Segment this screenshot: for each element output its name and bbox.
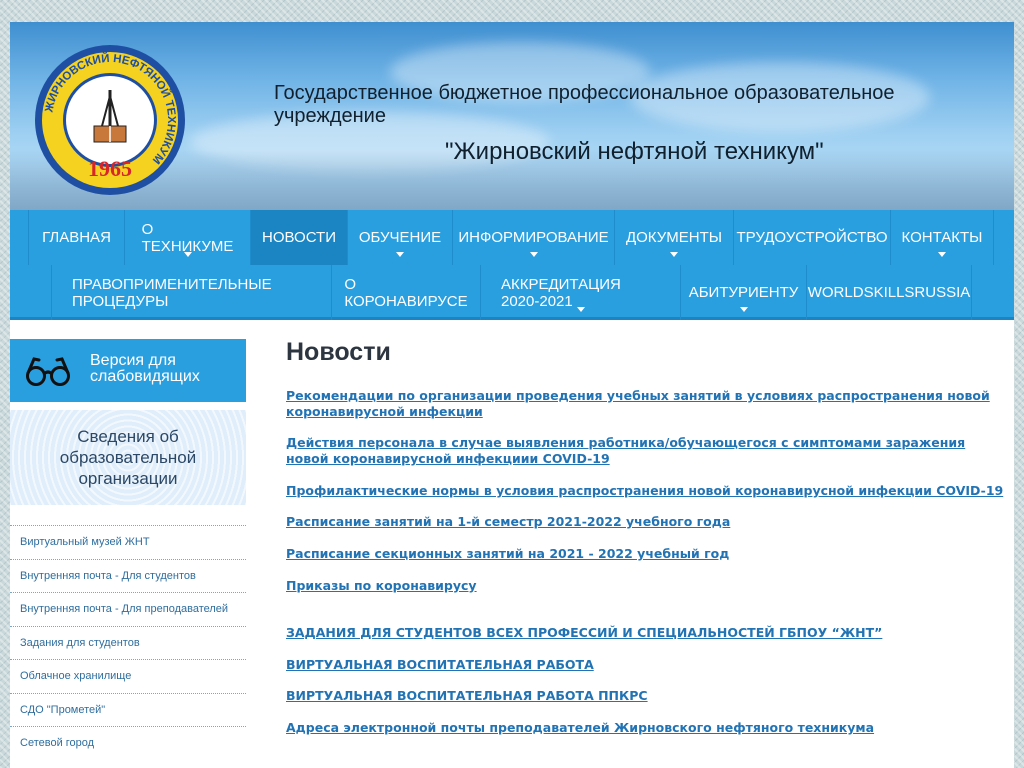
org-type-text: Государственное бюджетное профессиональн… [274,82,895,127]
news-link[interactable]: ВИРТУАЛЬНАЯ ВОСПИТАТЕЛЬНАЯ РАБОТА ППКРС [286,688,1006,704]
org-info-label: Сведения об образовательной организации [59,427,197,488]
sidebar-item-mail-teachers[interactable]: Внутренняя почта - Для преподавателей [10,592,246,626]
news-link[interactable]: Профилактические нормы в условия распрос… [286,483,1006,499]
sidebar-item-mail-students[interactable]: Внутренняя почта - Для студентов [10,558,246,593]
news-link[interactable]: Действия персонала в случае выявления ра… [286,435,1006,467]
news-link[interactable]: Приказы по коронавирусу [286,578,1006,594]
college-logo[interactable]: ЖИРНОВСКИЙ НЕФТЯНОЙ ТЕХНИКУМ 1965 [34,44,186,196]
nav-row-1: ГЛАВНАЯ О ТЕХНИКУМЕ НОВОСТИ ОБУЧЕНИЕ ИНФ… [28,210,994,265]
nav-item-main[interactable]: ГЛАВНАЯ [28,210,124,265]
news-link[interactable]: Адреса электронной почты преподавателей … [286,720,1006,736]
news-link[interactable]: ЗАДАНИЯ ДЛЯ СТУДЕНТОВ ВСЕХ ПРОФЕССИЙ И С… [286,625,1006,641]
nav-item-procedures[interactable]: ПРАВОПРИМЕНИТЕЛЬНЫЕ ПРОЦЕДУРЫ [51,265,331,320]
nav-item-worldskills[interactable]: WORLDSKILLSRUSSIA [806,265,972,320]
org-info-card[interactable]: Сведения об образовательной организации [10,410,246,505]
page-title: Новости [286,338,391,366]
news-link[interactable]: Расписание секционных занятий на 2021 - … [286,546,1006,562]
news-link[interactable]: Рекомендации по организации проведения у… [286,388,1006,420]
chevron-down-icon [529,252,538,257]
chevron-down-icon [739,307,748,312]
nav-item-about[interactable]: О ТЕХНИКУМЕ [124,210,250,265]
nav-item-applicants[interactable]: АБИТУРИЕНТУ [680,265,806,320]
low-vision-version-button[interactable]: Версия для слабовидящих [10,339,246,402]
logo-year: 1965 [88,156,132,181]
sidebar-menu: Виртуальный музей ЖНТ Внутренняя почта -… [10,525,246,760]
site-header: ЖИРНОВСКИЙ НЕФТЯНОЙ ТЕХНИКУМ 1965 Госуда… [10,22,1014,210]
nav-item-informing[interactable]: ИНФОРМИРОВАНИЕ [452,210,614,265]
sidebar-item-student-tasks[interactable]: Задания для студентов [10,625,246,660]
main-nav: ГЛАВНАЯ О ТЕХНИКУМЕ НОВОСТИ ОБУЧЕНИЕ ИНФ… [10,210,1014,320]
sidebar-item-network-city[interactable]: Сетевой город [10,726,246,760]
page: ЖИРНОВСКИЙ НЕФТЯНОЙ ТЕХНИКУМ 1965 Госуда… [10,22,1014,768]
low-vision-label: Версия для слабовидящих [90,352,200,385]
glasses-icon [26,357,70,386]
sidebar-item-virtual-museum[interactable]: Виртуальный музей ЖНТ [10,525,246,559]
nav-item-news[interactable]: НОВОСТИ [250,210,347,265]
nav-item-accreditation[interactable]: АККРЕДИТАЦИЯ 2020-2021 [480,265,680,320]
news-link[interactable]: Расписание занятий на 1-й семестр 2021-2… [286,514,1006,530]
chevron-down-icon [183,252,192,257]
chevron-down-icon [670,252,678,257]
chevron-down-icon [396,252,404,257]
org-name-text: "Жирновский нефтяной техникум" [445,138,824,165]
chevron-down-icon [938,252,946,257]
nav-item-contacts[interactable]: КОНТАКТЫ [890,210,994,265]
nav-item-documents[interactable]: ДОКУМЕНТЫ [614,210,733,265]
chevron-down-icon [576,307,585,312]
nav-item-education[interactable]: ОБУЧЕНИЕ [347,210,452,265]
nav-item-coronavirus[interactable]: О КОРОНАВИРУСЕ [331,265,480,320]
news-link[interactable]: ВИРТУАЛЬНАЯ ВОСПИТАТЕЛЬНАЯ РАБОТА [286,657,1006,673]
nav-item-employment[interactable]: ТРУДОУСТРОЙСТВО [733,210,890,265]
nav-row-2: ПРАВОПРИМЕНИТЕЛЬНЫЕ ПРОЦЕДУРЫ О КОРОНАВИ… [51,265,972,320]
sidebar-item-cloud-storage[interactable]: Облачное хранилище [10,659,246,693]
sidebar-item-prometheus[interactable]: СДО "Прометей" [10,692,246,727]
